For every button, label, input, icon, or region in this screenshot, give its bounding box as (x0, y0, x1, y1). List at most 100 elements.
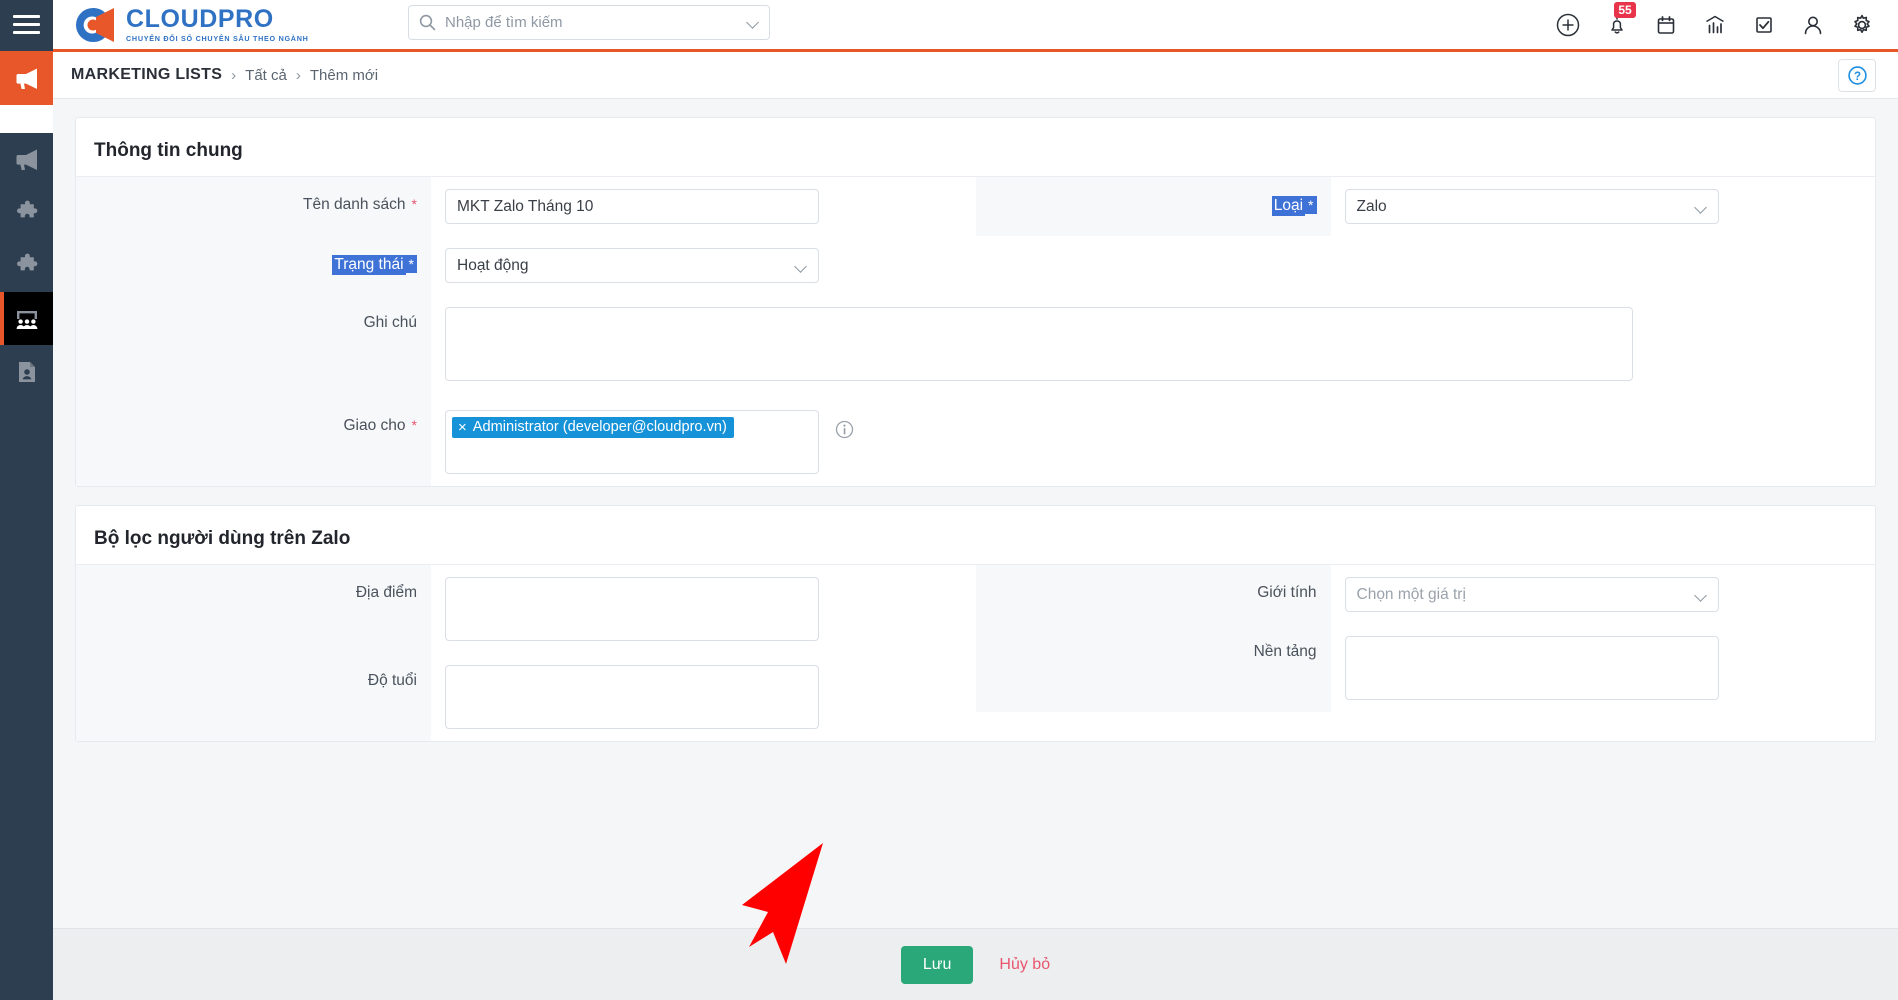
audience-group-icon (16, 310, 37, 329)
svg-text:?: ? (1853, 70, 1860, 82)
body-area: MARKETING LISTS › Tất cả › Thêm mới ? Th… (0, 52, 1898, 1000)
field-control-cell: × Administrator (developer@cloudpro.vn) (431, 398, 1875, 486)
assignee-chip[interactable]: × Administrator (developer@cloudpro.vn) (452, 417, 734, 438)
section-title: Thông tin chung (76, 118, 1875, 177)
search-input[interactable] (445, 14, 738, 31)
chevron-down-icon (1695, 202, 1707, 214)
sidebar-item-campaign-active[interactable] (0, 52, 53, 105)
field-label: Ghi chú (363, 314, 417, 331)
ten-danh-sach-input[interactable] (445, 189, 819, 224)
field-row-do-tuoi: Độ tuổi (76, 653, 976, 741)
brand-name: CLOUDPRO (126, 4, 274, 33)
giao-cho-tag-input[interactable]: × Administrator (developer@cloudpro.vn) (445, 410, 819, 474)
megaphone-icon (16, 149, 37, 170)
chip-label: Administrator (developer@cloudpro.vn) (472, 419, 727, 435)
sidebar-item-contacts[interactable] (0, 345, 53, 398)
cancel-button[interactable]: Hủy bỏ (999, 956, 1050, 974)
puzzle-icon (16, 200, 37, 217)
loai-value: Zalo (1356, 197, 1387, 215)
sidebar-item-marketing[interactable] (0, 133, 53, 186)
notifications-bell-icon[interactable]: 55 (1603, 1, 1636, 39)
section-right-column: Loại * Zalo (975, 177, 1876, 295)
breadcrumb-current: Thêm mới (309, 66, 379, 84)
field-control-cell (431, 653, 976, 741)
field-control-cell: Hoạt động (431, 236, 976, 295)
section-right-column: Giới tính Chọn một giá trị Nền tảng (975, 565, 1876, 741)
breadcrumb-separator: › (295, 66, 301, 84)
chevron-down-icon (1695, 590, 1707, 602)
field-label: Giới tính (1257, 584, 1317, 601)
field-row-ten-danh-sach: Tên danh sách * (76, 177, 976, 236)
field-label-cell: Tên danh sách * (76, 177, 431, 236)
tasks-checkbox-icon[interactable] (1750, 11, 1778, 39)
dia-diem-input[interactable] (445, 577, 819, 641)
search-chevron-down-icon[interactable] (747, 17, 759, 29)
field-control-cell (1331, 624, 1876, 712)
application-window: CLOUDPRO CHUYỂN ĐỔI SỐ CHUYÊN SÂU THEO N… (0, 0, 1898, 1000)
section-left-column: Địa điểm Độ tuổi (76, 565, 976, 741)
add-circle-icon[interactable] (1554, 11, 1582, 39)
settings-gear-icon[interactable] (1848, 11, 1876, 39)
field-control-cell (431, 295, 1875, 398)
do-tuoi-input[interactable] (445, 665, 819, 729)
field-row-ghi-chu: Ghi chú (76, 295, 1875, 398)
breadcrumb: MARKETING LISTS › Tất cả › Thêm mới ? (53, 52, 1898, 99)
field-row-nen-tang: Nền tảng (975, 624, 1876, 712)
sidebar-item-module-1[interactable] (0, 186, 53, 239)
top-navigation-bar: CLOUDPRO CHUYỂN ĐỔI SỐ CHUYÊN SÂU THEO N… (0, 0, 1898, 52)
brand-tagline: CHUYỂN ĐỔI SỐ CHUYÊN SÂU THEO NGÀNH (126, 33, 309, 43)
field-label-cell: Giới tính (975, 565, 1331, 624)
field-control-cell: Zalo (1331, 177, 1876, 236)
calendar-icon[interactable] (1652, 11, 1680, 39)
field-control-cell (431, 177, 976, 236)
field-label-cell: Độ tuổi (76, 653, 431, 741)
notification-count-badge: 55 (1614, 1, 1636, 18)
field-label-cell: Loại * (975, 177, 1331, 236)
user-account-icon[interactable] (1799, 11, 1827, 39)
sidebar-spacer (0, 105, 53, 133)
section-zalo-user-filter: Bộ lọc người dùng trên Zalo Địa điểm Độ … (75, 505, 1876, 742)
field-row-giao-cho: Giao cho * × Administrator (developer@cl… (76, 398, 1875, 486)
left-sidebar (0, 52, 53, 1000)
field-label: Giao cho (343, 417, 406, 434)
field-label: Nền tảng (1253, 643, 1317, 660)
breadcrumb-separator: › (231, 66, 237, 84)
analytics-chart-icon[interactable] (1701, 11, 1729, 39)
field-label: Tên danh sách (303, 196, 406, 213)
gioi-tinh-select[interactable]: Chọn một giá trị (1344, 577, 1719, 612)
section-left-column: Tên danh sách * Trạng thái (76, 177, 976, 295)
section-general-info: Thông tin chung Tên danh sách * MKT Zalo… (75, 117, 1876, 487)
brand-logo[interactable]: CLOUDPRO CHUYỂN ĐỔI SỐ CHUYÊN SÂU THEO N… (53, 5, 309, 45)
chip-remove-icon[interactable]: × (458, 420, 467, 435)
content-column: MARKETING LISTS › Tất cả › Thêm mới ? Th… (53, 52, 1898, 1000)
sidebar-item-marketing-lists[interactable] (0, 292, 53, 345)
loai-select[interactable]: Zalo (1344, 189, 1719, 224)
nen-tang-input[interactable] (1344, 636, 1719, 700)
field-label: Địa điểm (355, 584, 417, 601)
field-label-cell: Địa điểm (76, 565, 431, 653)
field-label: Loại (1271, 196, 1306, 216)
search-box[interactable] (408, 5, 770, 40)
field-row-loai: Loại * Zalo (975, 177, 1876, 236)
field-label-cell: Ghi chú (76, 295, 431, 398)
field-control-cell: Chọn một giá trị (1331, 565, 1876, 624)
puzzle-icon (16, 253, 37, 270)
sidebar-item-module-2[interactable] (0, 239, 53, 292)
form-scroll-area: Thông tin chung Tên danh sách * MKT Zalo… (53, 99, 1898, 928)
help-button[interactable]: ? (1838, 58, 1876, 92)
megaphone-icon (16, 68, 37, 89)
chevron-down-icon (795, 261, 807, 273)
field-label: Trạng thái (332, 255, 406, 275)
menu-toggle-button[interactable] (0, 0, 53, 51)
breadcrumb-title[interactable]: MARKETING LISTS (71, 66, 222, 84)
ghi-chu-textarea[interactable] (445, 307, 1633, 381)
field-label-cell: Trạng thái * (76, 236, 431, 295)
help-question-icon: ? (1847, 65, 1867, 85)
info-circle-icon[interactable] (835, 420, 854, 444)
trang-thai-select[interactable]: Hoạt động (445, 248, 819, 283)
save-button[interactable]: Lưu (900, 945, 974, 984)
breadcrumb-parent-link[interactable]: Tất cả (245, 67, 287, 84)
required-marker: * (411, 417, 417, 433)
cloudpro-logo-icon (71, 5, 117, 45)
contact-card-icon (18, 361, 35, 382)
